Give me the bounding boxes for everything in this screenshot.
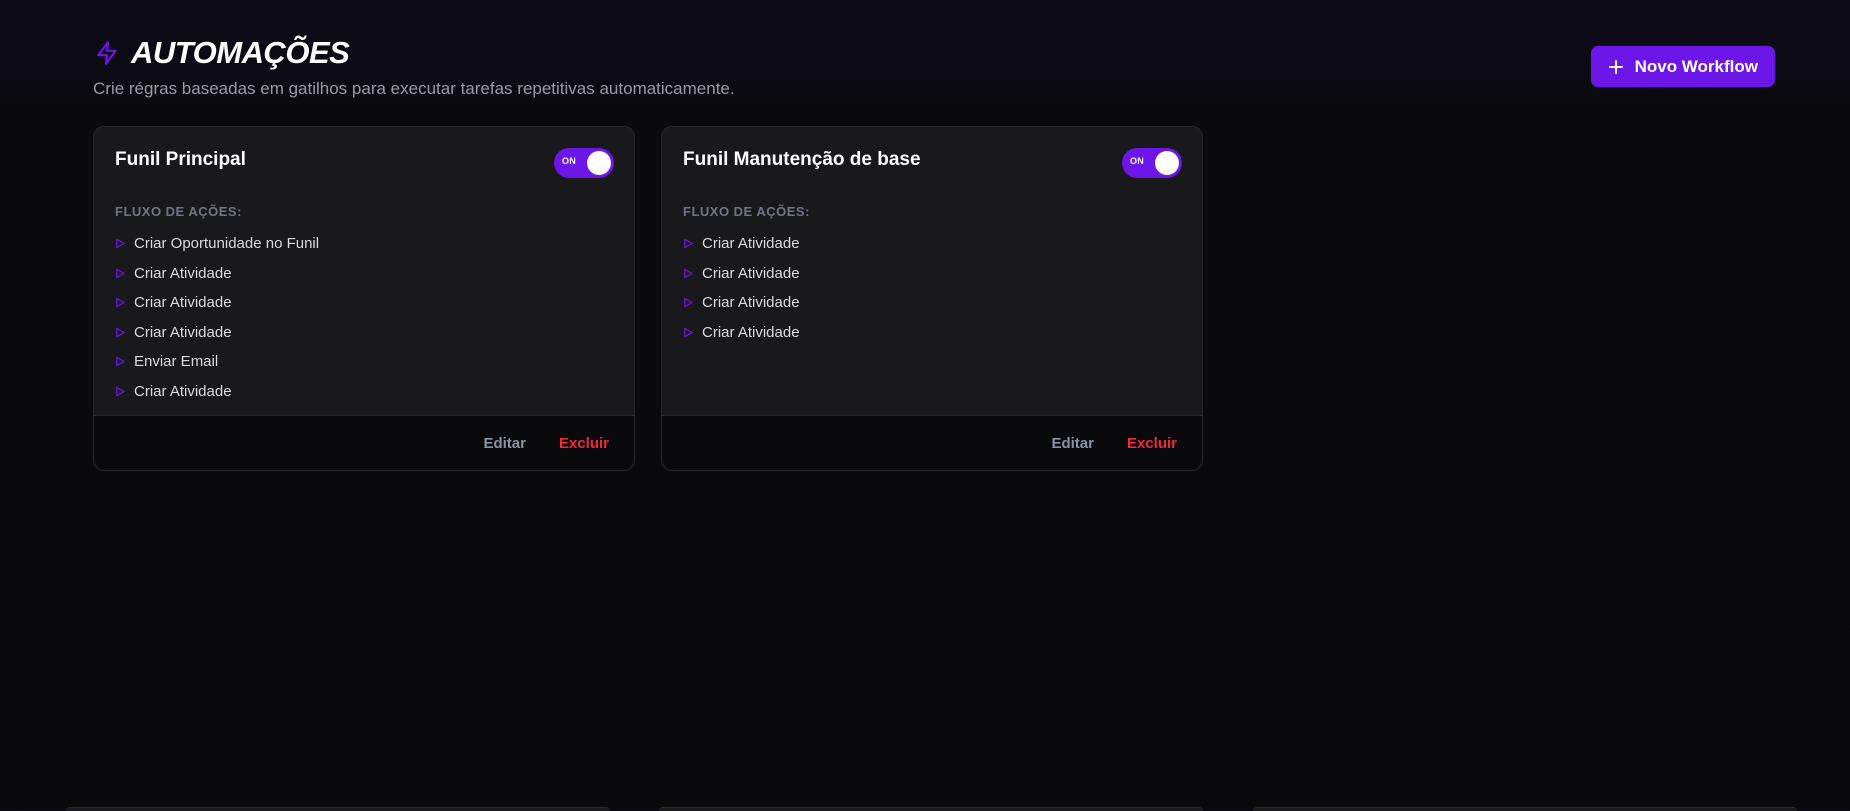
workflow-card: Funil Manutenção de base ON FLUXO DE AÇÕ… xyxy=(661,126,1203,471)
toggle-label: ON xyxy=(562,156,577,166)
offscreen-card-edge xyxy=(66,807,610,811)
workflow-card-body: Funil Principal ON FLUXO DE AÇÕES: Criar… xyxy=(94,127,634,416)
action-label: Criar Atividade xyxy=(702,323,800,341)
play-arrow-icon xyxy=(115,327,126,338)
offscreen-card-edge xyxy=(659,807,1203,811)
action-label: Criar Atividade xyxy=(702,294,800,312)
workflow-list: Funil Principal ON FLUXO DE AÇÕES: Criar… xyxy=(93,126,1203,471)
edit-button[interactable]: Editar xyxy=(483,435,526,452)
action-item: Criar Atividade xyxy=(683,288,1181,318)
page-header: AUTOMAÇÕES Crie régras baseadas em gatil… xyxy=(93,35,1775,126)
action-item: Criar Atividade xyxy=(115,377,613,407)
page-title: AUTOMAÇÕES xyxy=(131,35,350,70)
action-label: Criar Atividade xyxy=(702,235,800,253)
action-label: Enviar Email xyxy=(134,353,219,371)
play-arrow-icon xyxy=(683,327,694,338)
new-workflow-label: Novo Workflow xyxy=(1634,56,1758,76)
offscreen-card-edge xyxy=(1253,807,1797,811)
page-subtitle: Crie régras baseadas em gatilhos para ex… xyxy=(93,79,735,98)
play-arrow-icon xyxy=(683,238,694,249)
plus-icon xyxy=(1608,59,1624,75)
toggle-knob xyxy=(587,151,611,175)
play-arrow-icon xyxy=(115,386,126,397)
action-label: Criar Atividade xyxy=(134,264,232,282)
action-item: Criar Oportunidade no Funil xyxy=(115,229,613,259)
workflow-card-footer: Editar Excluir xyxy=(662,415,1202,470)
play-arrow-icon xyxy=(683,297,694,308)
action-item: Criar Atividade xyxy=(115,318,613,348)
action-list: Criar Atividade Criar Atividade Criar At… xyxy=(683,229,1181,347)
edit-button[interactable]: Editar xyxy=(1051,435,1094,452)
play-arrow-icon xyxy=(115,238,126,249)
action-label: Criar Atividade xyxy=(702,264,800,282)
action-item: Criar Atividade xyxy=(115,288,613,318)
action-list: Criar Oportunidade no Funil Criar Ativid… xyxy=(115,229,613,406)
toggle-label: ON xyxy=(1130,156,1145,166)
action-label: Criar Atividade xyxy=(134,323,232,341)
action-item: Enviar Email xyxy=(115,347,613,377)
lightning-icon xyxy=(94,40,120,66)
action-item: Criar Atividade xyxy=(683,229,1181,259)
action-item: Criar Atividade xyxy=(683,259,1181,289)
toggle-knob xyxy=(1155,151,1179,175)
delete-button[interactable]: Excluir xyxy=(559,435,609,452)
workflow-title: Funil Principal xyxy=(115,149,246,170)
actions-section-label: FLUXO DE AÇÕES: xyxy=(683,204,810,219)
workflow-toggle[interactable]: ON xyxy=(554,148,614,178)
title-row: AUTOMAÇÕES xyxy=(93,35,1775,70)
play-arrow-icon xyxy=(115,356,126,367)
workflow-toggle[interactable]: ON xyxy=(1122,148,1182,178)
play-arrow-icon xyxy=(115,297,126,308)
action-label: Criar Oportunidade no Funil xyxy=(134,235,320,253)
action-item: Criar Atividade xyxy=(683,318,1181,348)
workflow-card-footer: Editar Excluir xyxy=(94,415,634,470)
actions-section-label: FLUXO DE AÇÕES: xyxy=(115,204,242,219)
workflow-card: Funil Principal ON FLUXO DE AÇÕES: Criar… xyxy=(93,126,635,471)
action-label: Criar Atividade xyxy=(134,294,232,312)
action-label: Criar Atividade xyxy=(134,382,232,400)
new-workflow-button[interactable]: Novo Workflow xyxy=(1590,46,1775,87)
workflow-card-body: Funil Manutenção de base ON FLUXO DE AÇÕ… xyxy=(662,127,1202,416)
play-arrow-icon xyxy=(115,268,126,279)
workflow-title: Funil Manutenção de base xyxy=(683,149,921,170)
delete-button[interactable]: Excluir xyxy=(1127,435,1177,452)
action-item: Criar Atividade xyxy=(115,259,613,289)
play-arrow-icon xyxy=(683,268,694,279)
automations-page: AUTOMAÇÕES Crie régras baseadas em gatil… xyxy=(93,35,1775,471)
